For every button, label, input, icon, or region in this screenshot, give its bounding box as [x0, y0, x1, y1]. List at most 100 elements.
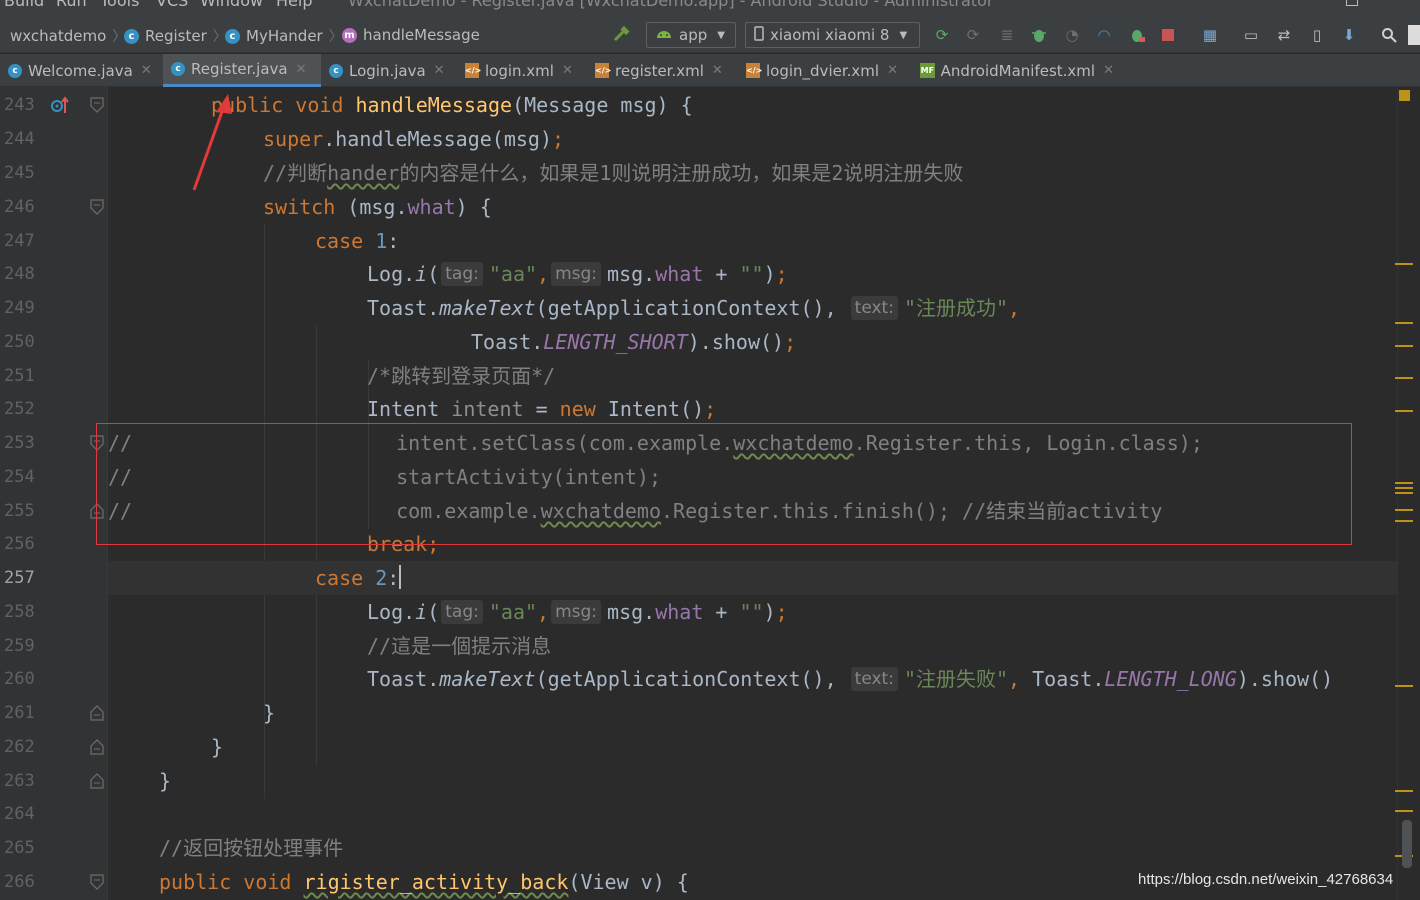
stripe-mark[interactable] [1395, 377, 1413, 379]
close-icon[interactable]: ✕ [296, 62, 307, 77]
breadcrumb-register[interactable]: c Register 〉 [124, 26, 227, 46]
code-line-249[interactable]: Toast.makeText(getApplicationContext(), … [367, 291, 1020, 325]
code-line-251[interactable]: /*跳转到登录页面*/ [367, 359, 555, 393]
close-icon[interactable]: ✕ [712, 63, 723, 78]
fold-collapse-icon[interactable] [89, 96, 105, 114]
stripe-mark[interactable] [1395, 810, 1413, 812]
code-text: Log. [367, 600, 416, 624]
sdk-manager-icon[interactable]: ⬇ [1339, 25, 1359, 45]
close-icon[interactable]: ✕ [141, 63, 152, 78]
vertical-scrollbar-thumb[interactable] [1402, 820, 1412, 868]
warning-indicator-icon[interactable] [1399, 90, 1410, 101]
code-line-246[interactable]: switch (msg.what) { [263, 190, 492, 224]
stripe-mark[interactable] [1395, 410, 1413, 412]
menu-tools[interactable]: Tools [100, 0, 139, 10]
stripe-mark[interactable] [1395, 322, 1413, 324]
breadcrumb-handlemessage[interactable]: m handleMessage [342, 26, 480, 44]
code-line-247[interactable]: case 1: [315, 224, 399, 258]
code-line-255[interactable]: // com.example.wxchatdemo.Register.this.f… [108, 494, 1162, 528]
code-line-250[interactable]: Toast.LENGTH_SHORT).show(); [471, 325, 796, 359]
search-icon[interactable] [1379, 25, 1399, 45]
code-line-265[interactable]: //返回按钮处理事件 [159, 831, 343, 865]
tab-welcome-java[interactable]: c Welcome.java ✕ [0, 54, 160, 87]
project-structure-icon[interactable]: ▦ [1200, 25, 1220, 45]
layout-inspector-icon[interactable]: ▭ [1241, 25, 1261, 45]
class-icon: c [171, 62, 185, 76]
coverage-icon[interactable]: ◔ [1062, 25, 1082, 45]
code-line-248[interactable]: Log.i(tag: "aa", msg: msg.what + ""); [367, 257, 788, 291]
menu-run[interactable]: Run [56, 0, 87, 10]
apply-code-changes-icon[interactable]: ⟳ [963, 25, 983, 45]
comment-typo: hander [327, 161, 400, 185]
fold-expand-end-icon[interactable] [89, 738, 105, 756]
code-line-260[interactable]: Toast.makeText(getApplicationContext(), … [367, 662, 1333, 696]
menu-vcs[interactable]: VCS [156, 0, 188, 10]
code-line-252[interactable]: Intent intent = new Intent(); [367, 392, 716, 426]
code-line-261[interactable]: } [263, 696, 275, 730]
menu-build[interactable]: Build [4, 0, 44, 10]
code-line-262[interactable]: } [211, 730, 223, 764]
menu-window[interactable]: Window [200, 0, 263, 10]
close-icon[interactable]: ✕ [1103, 63, 1114, 78]
fold-collapse-icon[interactable] [89, 198, 105, 216]
device-dropdown[interactable]: xiaomi xiaomi 8 ▼ [745, 22, 920, 48]
code-line-266[interactable]: public void rigister_activity_back(View … [159, 865, 689, 899]
comment-typo: wxchatdemo [733, 431, 854, 455]
override-method-icon[interactable] [50, 96, 70, 118]
stripe-mark[interactable] [1395, 263, 1413, 265]
code-line-258[interactable]: Log.i(tag: "aa", msg: msg.what + ""); [367, 595, 788, 629]
list-icon[interactable]: ≣ [997, 25, 1017, 45]
maximize-icon[interactable] [1346, 0, 1358, 6]
fold-expand-end-icon[interactable] [89, 704, 105, 722]
fold-collapse-icon[interactable] [89, 873, 105, 891]
comment-prefix: // [108, 499, 133, 523]
tab-login-java[interactable]: c Login.java ✕ [321, 54, 457, 87]
stripe-mark[interactable] [1395, 790, 1413, 792]
run-config-label: app [679, 26, 708, 44]
stripe-mark[interactable] [1395, 520, 1413, 522]
stripe-mark[interactable] [1395, 509, 1413, 511]
code-line-244[interactable]: super.handleMessage(msg); [263, 122, 564, 156]
avatar[interactable] [1408, 25, 1420, 45]
stripe-mark[interactable] [1395, 487, 1413, 489]
code-line-254[interactable]: // startActivity(intent); [108, 460, 661, 494]
class-icon: c [124, 28, 139, 44]
fold-expand-end-icon[interactable] [89, 772, 105, 790]
stop-icon[interactable] [1158, 25, 1178, 45]
breadcrumb-myhander[interactable]: c MyHander 〉 [225, 26, 343, 46]
avd-manager-icon[interactable]: ▯ [1307, 25, 1327, 45]
profiler-icon[interactable]: ◠ [1094, 25, 1114, 45]
fold-expand-end-icon[interactable] [89, 502, 105, 520]
code-line-253[interactable]: // intent.setClass(com.example.wxchatdemo… [108, 426, 1203, 460]
tab-login-dvier-xml[interactable]: </> login_dvier.xml ✕ [738, 54, 910, 87]
debug-icon[interactable] [1029, 25, 1049, 45]
close-icon[interactable]: ✕ [887, 63, 898, 78]
tab-register-java[interactable]: c Register.java ✕ [163, 54, 321, 87]
tab-login-xml[interactable]: </> login.xml ✕ [457, 54, 585, 87]
tab-androidmanifest-xml[interactable]: MF AndroidManifest.xml ✕ [912, 54, 1122, 87]
run-config-dropdown[interactable]: app ▼ [646, 22, 736, 48]
menu-help[interactable]: Help [276, 0, 312, 10]
code-line-257-current[interactable]: case 2: [108, 561, 1397, 595]
fold-collapse-icon[interactable] [89, 434, 105, 452]
breadcrumb-project[interactable]: wxchatdemo 〉 [10, 26, 126, 46]
code-line-245[interactable]: //判断hander的内容是什么，如果是1则说明注册成功，如果是2说明注册失败 [263, 156, 963, 190]
close-icon[interactable]: ✕ [434, 63, 445, 78]
hammer-build-icon[interactable] [612, 25, 632, 45]
close-icon[interactable]: ✕ [562, 63, 573, 78]
code-line-263[interactable]: } [159, 764, 171, 798]
semicolon: ; [704, 397, 717, 421]
code-editor[interactable]: public void handleMessage(Message msg) {… [108, 87, 1397, 900]
stripe-mark[interactable] [1395, 482, 1413, 484]
tab-register-xml[interactable]: </> register.xml ✕ [587, 54, 735, 87]
sync-gradle-icon[interactable]: ⇄ [1274, 25, 1294, 45]
line-number: 244 [4, 129, 35, 149]
stripe-mark[interactable] [1395, 685, 1413, 687]
stripe-mark[interactable] [1395, 492, 1413, 494]
code-line-256[interactable]: break; [367, 527, 439, 561]
stripe-mark[interactable] [1395, 345, 1413, 347]
attach-debugger-icon[interactable] [1128, 25, 1148, 45]
code-line-243[interactable]: public void handleMessage(Message msg) { [211, 88, 693, 122]
apply-changes-restart-icon[interactable]: ⟳ [932, 25, 952, 45]
code-line-259[interactable]: //這是一個提示消息 [367, 629, 551, 663]
